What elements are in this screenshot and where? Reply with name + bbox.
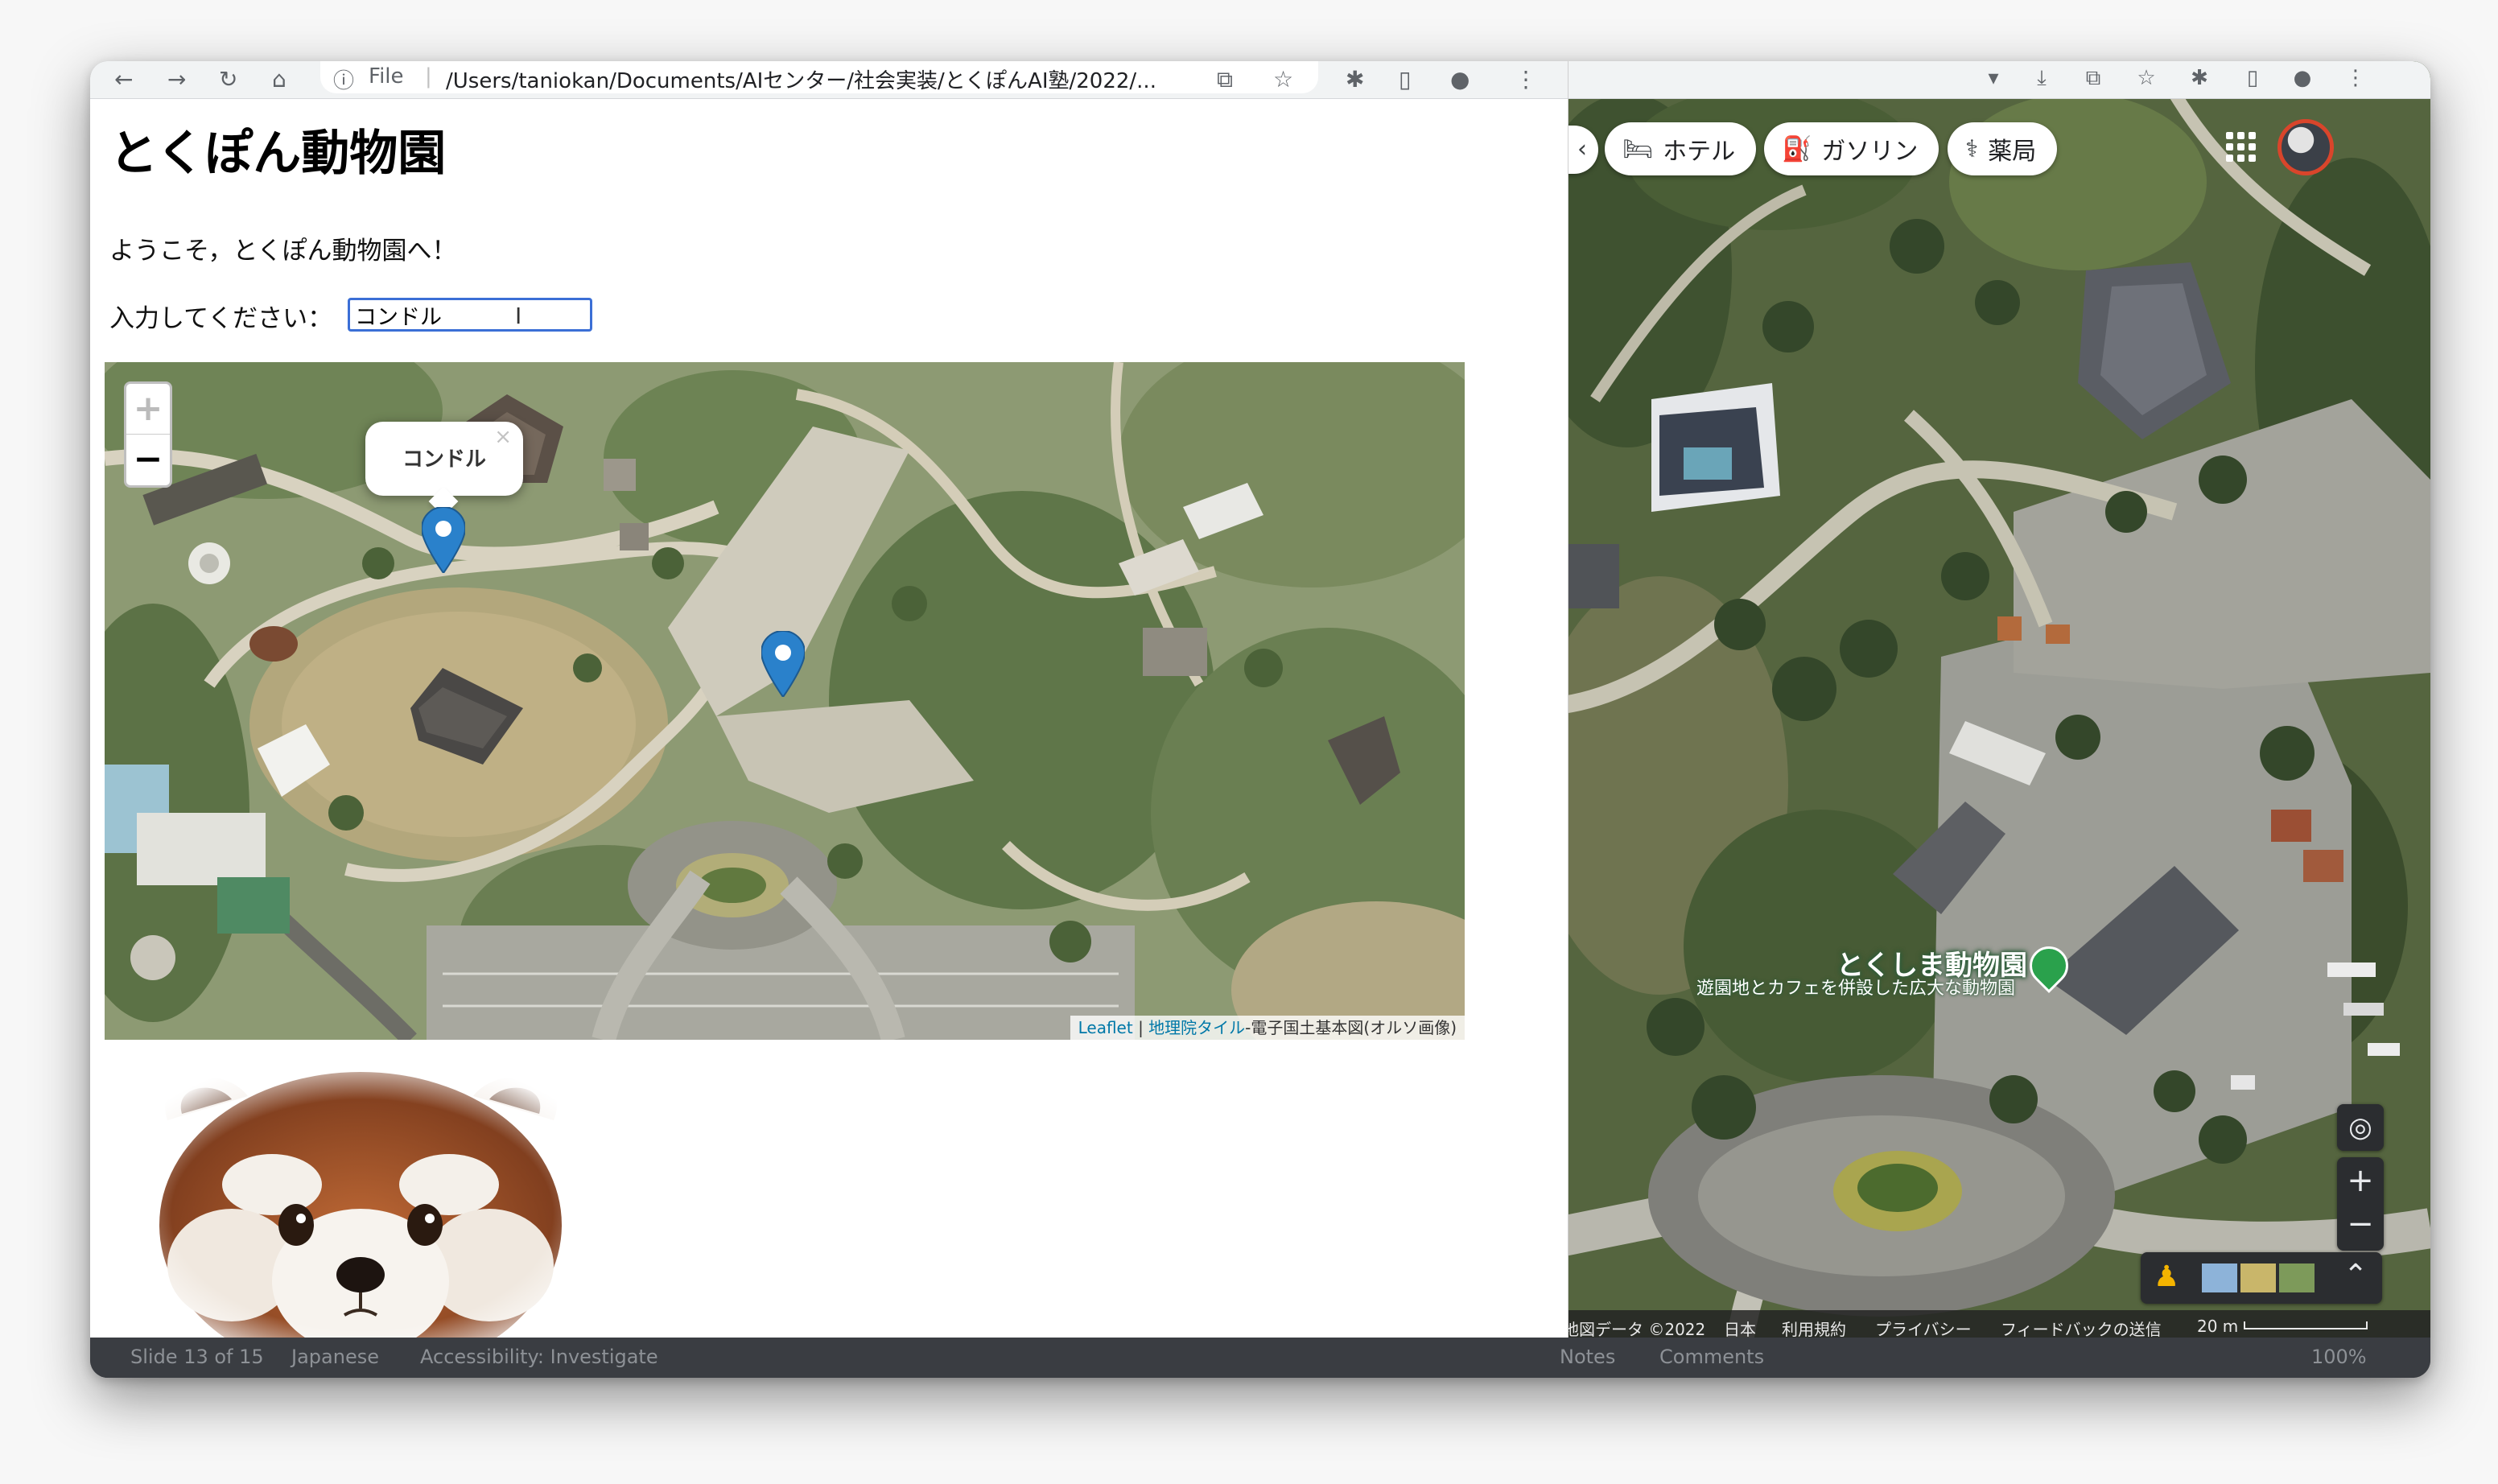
google-maps-window[interactable]: ▾ ⤓ ⧉ ☆ ✱ ▯ ● ⋮ ‹ 🛏 ホテル ⛽ ガソリン ⚕ 薬局 とくしま… [1563, 61, 2430, 1341]
host-status-bar: Slide 13 of 15 Japanese Accessibility: I… [90, 1338, 2430, 1378]
scheme-label: File [369, 64, 404, 89]
bookmark-star-icon[interactable]: ☆ [1273, 66, 1293, 93]
chip-pharmacy[interactable]: ⚕ 薬局 [1948, 122, 2058, 175]
maps-attribution-bar: 地図データ ©2022 日本 利用規約 プライバシー フィードバックの送信 20… [1563, 1310, 2430, 1341]
sidebar-icon[interactable]: ▯ [2240, 66, 2265, 90]
extensions-icon[interactable]: ✱ [2187, 66, 2212, 90]
zoom-percent[interactable]: 100% [2311, 1346, 2367, 1368]
popup-close-icon[interactable]: × [494, 425, 512, 449]
welcome-text: ようこそ，とくぽん動物園へ！ [109, 237, 457, 266]
address-separator: | [425, 64, 432, 89]
account-avatar[interactable] [2277, 119, 2334, 175]
scale-label[interactable]: 20 m [2197, 1317, 2238, 1336]
gsi-tiles-link[interactable]: 地理院タイル [1148, 1018, 1245, 1037]
accessibility-status[interactable]: Accessibility: Investigate [420, 1346, 658, 1368]
google-apps-icon[interactable] [2223, 129, 2258, 164]
maps-zoom-control: + − [2337, 1157, 2384, 1251]
comments-button[interactable]: Comments [1659, 1346, 1764, 1368]
layers-strip[interactable]: ♟ ⌃ [2141, 1252, 2382, 1304]
chevron-down-icon[interactable]: ▾ [1981, 66, 2005, 90]
maps-browser-toolbar: ▾ ⤓ ⧉ ☆ ✱ ▯ ● ⋮ [1563, 61, 2430, 99]
more-menu-icon[interactable]: ⋮ [1515, 66, 1537, 93]
country-link[interactable]: 日本 [1724, 1317, 1756, 1340]
leaflet-link[interactable]: Leaflet [1078, 1018, 1133, 1037]
leaflet-map[interactable]: + − コンドル × Leaflet | 地理院タイル-電子国土基本図(オルソ画… [105, 362, 1465, 1040]
info-icon[interactable]: ⓘ [333, 64, 354, 93]
browser-window: ← → ↻ ⌂ ⓘ File | /Users/taniokan/Documen… [90, 61, 1568, 1341]
extensions-icon[interactable]: ✱ [1346, 66, 1364, 93]
share-icon[interactable]: ⧉ [1217, 66, 1233, 93]
feedback-link[interactable]: フィードバックの送信 [2001, 1317, 2162, 1340]
attribution-rest: -電子国土基本図(オルソ画像) [1245, 1018, 1457, 1037]
bookmark-star-icon[interactable]: ☆ [2134, 66, 2158, 90]
leaflet-attribution: Leaflet | 地理院タイル-電子国土基本図(オルソ画像) [1070, 1016, 1465, 1040]
marker-popup: コンドル × [365, 422, 523, 517]
attribution-separator: | [1132, 1018, 1149, 1037]
leaflet-zoom-control: + − [124, 381, 172, 488]
layer-thumb-satellite[interactable] [2279, 1263, 2315, 1292]
address-bar[interactable]: ⓘ File | /Users/taniokan/Documents/AIセンタ… [320, 61, 1318, 93]
screen: ▾ ⤓ ⧉ ☆ ✱ ▯ ● ⋮ ‹ 🛏 ホテル ⛽ ガソリン ⚕ 薬局 とくしま… [90, 61, 2430, 1378]
gas-station-icon: ⛽ [1782, 134, 1812, 163]
red-panda-image [135, 1064, 589, 1338]
my-location-icon[interactable]: ◎ [2337, 1104, 2384, 1151]
layer-thumb-default[interactable] [2202, 1263, 2237, 1292]
notes-button[interactable]: Notes [1560, 1346, 1615, 1368]
back-arrow-icon[interactable]: ← [114, 66, 133, 93]
zoo-center-marker-icon[interactable] [761, 631, 805, 697]
condor-marker-icon[interactable] [422, 507, 465, 573]
terms-link[interactable]: 利用規約 [1782, 1317, 1846, 1340]
chip-pharmacy-label: 薬局 [1988, 138, 2037, 166]
layer-thumb-terrain[interactable] [2240, 1263, 2276, 1292]
privacy-link[interactable]: プライバシー [1875, 1317, 1972, 1340]
input-label: 入力してください： [109, 304, 333, 333]
sidebar-icon[interactable]: ▯ [1399, 66, 1411, 93]
chip-gasoline-label: ガソリン [1821, 138, 1919, 166]
more-menu-icon[interactable]: ⋮ [2343, 66, 2368, 90]
page-title: とくぽん動物園 [109, 126, 447, 182]
maps-zoom-in-button[interactable]: + [2337, 1157, 2384, 1204]
url-text[interactable]: /Users/taniokan/Documents/AIセンター/社会実装/とく… [446, 64, 1156, 93]
animal-input[interactable] [348, 298, 592, 332]
language-indicator[interactable]: Japanese [291, 1346, 379, 1368]
text-cursor-icon: I [515, 303, 522, 329]
leaflet-zoom-out-button[interactable]: − [126, 435, 170, 484]
maps-zoom-out-button[interactable]: − [2337, 1204, 2384, 1251]
profile-icon[interactable]: ● [1450, 66, 1470, 93]
pharmacy-icon: ⚕ [1965, 134, 1979, 163]
slide-counter: Slide 13 of 15 [130, 1346, 264, 1368]
pegman-icon[interactable]: ♟ [2154, 1260, 2179, 1293]
aerial-map-tiles[interactable] [105, 362, 1465, 1040]
chip-gasoline[interactable]: ⛽ ガソリン [1764, 122, 1939, 175]
chip-hotel[interactable]: 🛏 ホテル [1605, 122, 1757, 175]
share-icon[interactable]: ⧉ [2081, 66, 2105, 90]
leaflet-zoom-in-button[interactable]: + [126, 384, 170, 435]
home-icon[interactable]: ⌂ [272, 66, 286, 93]
reload-icon[interactable]: ↻ [219, 66, 237, 93]
bed-icon: 🛏 [1622, 134, 1654, 163]
satellite-map[interactable] [1563, 61, 2430, 1341]
browser-toolbar: ← → ↻ ⌂ ⓘ File | /Users/taniokan/Documen… [90, 61, 1568, 99]
profile-icon[interactable]: ● [2290, 66, 2315, 90]
map-data-credit: 地図データ ©2022 [1563, 1320, 1706, 1339]
expand-up-icon[interactable]: ⌃ [2343, 1259, 2368, 1292]
place-description: 遊園地とカフェを併設した広大な動物園 [1696, 979, 2016, 999]
forward-arrow-icon[interactable]: → [167, 66, 186, 93]
install-icon[interactable]: ⤓ [2030, 66, 2054, 90]
chip-hotel-label: ホテル [1663, 138, 1736, 166]
scale-bar [2244, 1321, 2368, 1329]
